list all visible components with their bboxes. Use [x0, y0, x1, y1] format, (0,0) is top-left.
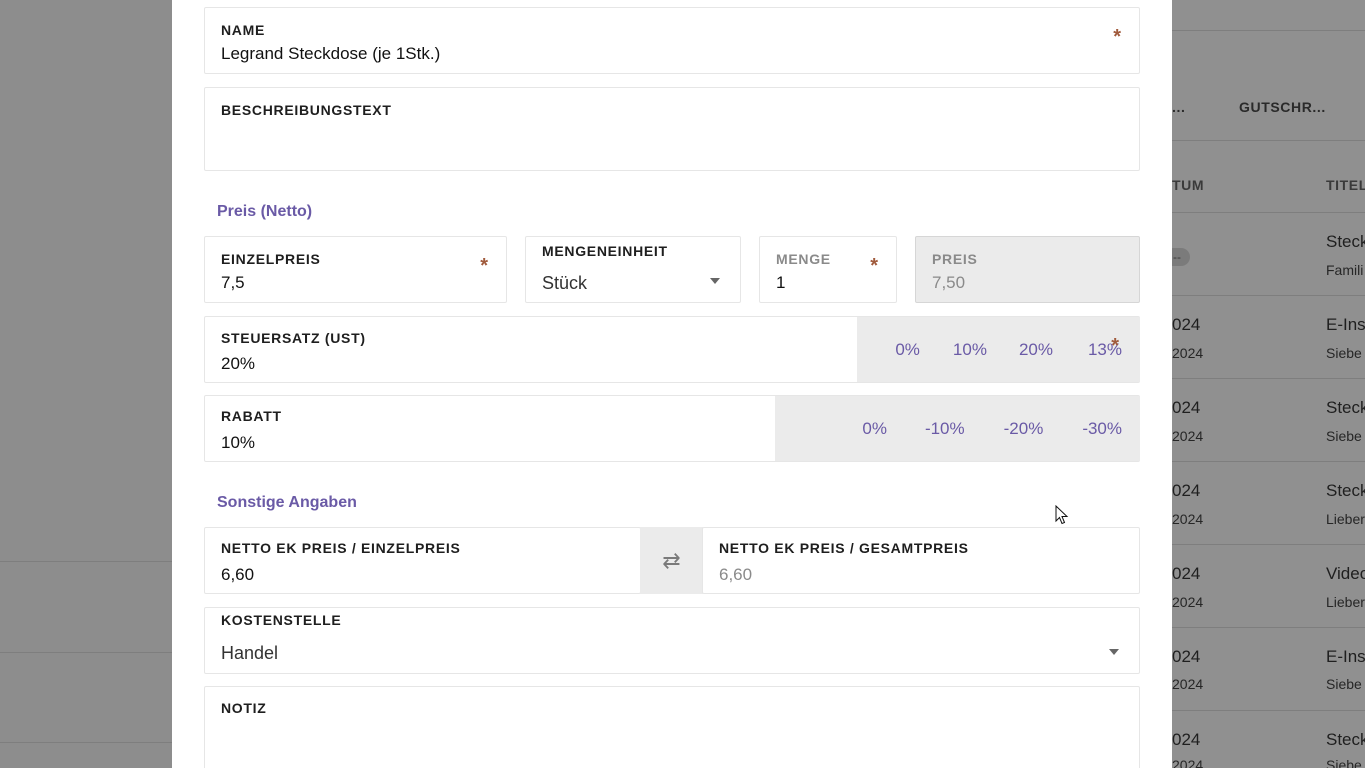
position-edit-modal: NAME Legrand Steckdose (je 1Stk.) * BESC… [172, 0, 1172, 768]
purchase-unit-price-field[interactable]: NETTO EK PREIS / EINZELPREIS 6,60 [204, 527, 641, 594]
column-header-title: TITEL [1326, 177, 1365, 193]
name-field[interactable]: NAME Legrand Steckdose (je 1Stk.) * [204, 7, 1140, 74]
note-field[interactable]: NOTIZ [204, 686, 1140, 768]
unit-value: Stück [542, 273, 588, 293]
price-field: PREIS 7,50 [915, 236, 1140, 303]
purchase-total-price-input[interactable]: 6,60 [719, 565, 752, 585]
unit-price-field[interactable]: EINZELPREIS 7,5 * [204, 236, 507, 303]
swap-arrows-icon[interactable]: ⇄ [640, 527, 703, 594]
unit-price-label: EINZELPREIS [221, 251, 321, 267]
discount-label: RABATT [221, 408, 282, 424]
discount-quick-options: 0% -10% -20% -30% [775, 396, 1140, 461]
tax-option-10[interactable]: 10% [953, 340, 987, 360]
background-divider [0, 742, 172, 743]
purchase-unit-price-input[interactable]: 6,60 [221, 565, 254, 585]
required-marker: * [480, 255, 488, 277]
cost-center-select[interactable]: KOSTENSTELLE Handel [204, 607, 1140, 674]
section-title-other: Sonstige Angaben [217, 494, 357, 511]
discount-option-0[interactable]: 0% [862, 419, 887, 439]
background-divider [0, 561, 172, 562]
chevron-down-icon [1109, 649, 1119, 655]
required-marker: * [870, 255, 878, 277]
background-table: ... GUTSCHR... TUM TITEL -- Steck Famili… [1164, 0, 1365, 768]
name-label: NAME [221, 22, 266, 38]
required-marker: * [1113, 26, 1121, 48]
quantity-field[interactable]: MENGE 1 * [759, 236, 897, 303]
section-title-price: Preis (Netto) [217, 203, 313, 220]
discount-option-30[interactable]: -30% [1082, 419, 1122, 439]
discount-option-20[interactable]: -20% [1004, 419, 1044, 439]
price-label: PREIS [932, 251, 978, 267]
quantity-input[interactable]: 1 [776, 273, 785, 293]
purchase-unit-price-label: NETTO EK PREIS / EINZELPREIS [221, 540, 461, 556]
discount-input[interactable]: 10% [221, 433, 255, 453]
background-tab[interactable]: ... [1172, 99, 1185, 115]
quantity-label: MENGE [776, 251, 831, 267]
tax-rate-input[interactable]: 20% [221, 354, 255, 374]
tax-option-0[interactable]: 0% [895, 340, 920, 360]
unit-label: MENGENEINHEIT [542, 243, 668, 259]
purchase-total-price-label: NETTO EK PREIS / GESAMTPREIS [719, 540, 969, 556]
chevron-down-icon [710, 278, 720, 284]
purchase-total-price-field[interactable]: NETTO EK PREIS / GESAMTPREIS 6,60 [702, 527, 1140, 594]
mouse-cursor-icon [1055, 505, 1069, 525]
discount-field[interactable]: RABATT 10% 0% -10% -20% -30% [204, 395, 1140, 462]
name-input[interactable]: Legrand Steckdose (je 1Stk.) [221, 44, 440, 64]
price-value: 7,50 [932, 273, 966, 292]
required-marker: * [1111, 335, 1119, 357]
discount-option-10[interactable]: -10% [925, 419, 965, 439]
cost-center-label: KOSTENSTELLE [221, 612, 342, 628]
description-label: BESCHREIBUNGSTEXT [221, 102, 392, 118]
note-label: NOTIZ [221, 700, 267, 716]
background-divider [0, 652, 172, 653]
unit-select[interactable]: MENGENEINHEIT Stück [525, 236, 741, 303]
unit-price-input[interactable]: 7,5 [221, 273, 245, 293]
column-header-date: TUM [1172, 177, 1205, 193]
tax-rate-field[interactable]: STEUERSATZ (UST) 20% 0% 10% 20% 13% * [204, 316, 1140, 383]
cost-center-value: Handel [221, 643, 279, 663]
background-tab-gutschriften[interactable]: GUTSCHR... [1239, 99, 1326, 115]
tax-rate-label: STEUERSATZ (UST) [221, 330, 366, 346]
tax-option-20[interactable]: 20% [1019, 340, 1053, 360]
description-field[interactable]: BESCHREIBUNGSTEXT [204, 87, 1140, 171]
tax-rate-quick-options: 0% 10% 20% 13% [857, 317, 1140, 382]
